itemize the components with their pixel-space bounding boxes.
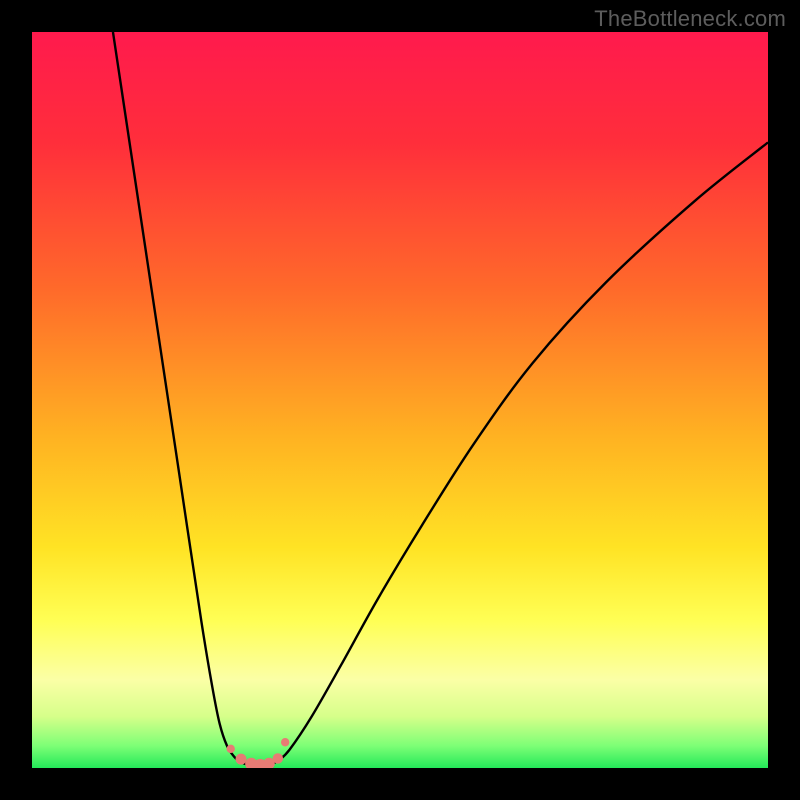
- gradient-background: [32, 32, 768, 768]
- valley-marker: [281, 738, 289, 746]
- valley-marker: [236, 754, 247, 765]
- chart-frame: TheBottleneck.com: [0, 0, 800, 800]
- watermark-text: TheBottleneck.com: [594, 6, 786, 32]
- valley-marker: [227, 745, 235, 753]
- chart-svg: [32, 32, 768, 768]
- plot-area: [32, 32, 768, 768]
- valley-marker: [273, 753, 283, 763]
